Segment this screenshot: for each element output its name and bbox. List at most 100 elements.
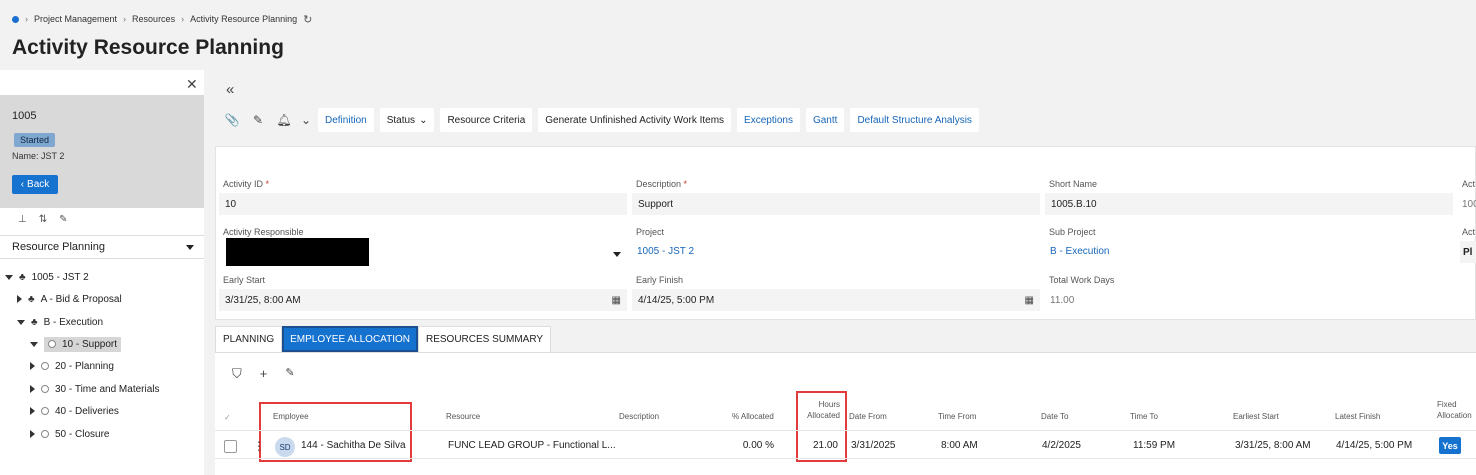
early-start-label: Early Start (223, 275, 266, 285)
col-earliest-start[interactable]: Earliest Start (1233, 412, 1279, 421)
resource-criteria-button[interactable]: Resource Criteria (440, 108, 533, 132)
edit-icon[interactable]: ✎ (59, 214, 67, 225)
col-description[interactable]: Description (619, 412, 659, 421)
cell-date-from[interactable]: 3/31/2025 (851, 440, 896, 451)
cell-hours-allocated[interactable]: 21.00 (800, 440, 838, 451)
tree-item-time-materials[interactable]: 30 - Time and Materials (30, 379, 160, 399)
col-pct-allocated[interactable]: % Allocated (732, 412, 774, 421)
activity-icon (41, 362, 49, 370)
col-date-to[interactable]: Date To (1041, 412, 1068, 421)
tree-item-bid-proposal[interactable]: ♣ A - Bid & Proposal (17, 289, 122, 309)
collapse-panel-icon[interactable]: « (226, 81, 234, 98)
chevron-down-icon: ⌄ (419, 114, 428, 126)
col-time-from[interactable]: Time From (938, 412, 976, 421)
activity-icon (41, 407, 49, 415)
edit-icon[interactable]: ✎ (248, 113, 268, 127)
expand-icon[interactable] (17, 295, 22, 303)
calendar-icon[interactable]: ▦ (1025, 295, 1034, 306)
bell-icon[interactable]: 🔔︎ (274, 113, 294, 127)
cell-employee[interactable]: 144 - Sachitha De Silva (301, 440, 406, 451)
row-divider (215, 458, 1476, 459)
tree-item-project[interactable]: ♣ 1005 - JST 2 (5, 267, 89, 287)
tab-resources-summary[interactable]: RESOURCES SUMMARY (417, 326, 552, 352)
caret-down-icon[interactable] (613, 252, 621, 257)
definition-button[interactable]: Definition (318, 108, 374, 132)
col-fixed-line2: Allocation (1437, 411, 1472, 420)
cell-time-from[interactable]: 8:00 AM (941, 440, 978, 451)
attachment-icon[interactable]: 📎 (222, 113, 242, 127)
sub-project-label: Sub Project (1049, 227, 1096, 237)
chevron-down-icon[interactable]: ⌄ (300, 113, 312, 127)
cell-time-to[interactable]: 11:59 PM (1133, 440, 1175, 451)
row-menu-icon[interactable]: ⋮ (253, 439, 265, 453)
tree-item-support[interactable]: 10 - Support (30, 334, 122, 354)
redacted-field (226, 238, 369, 266)
tab-employee-allocation[interactable]: EMPLOYEE ALLOCATION (282, 326, 418, 352)
col-time-to[interactable]: Time To (1130, 412, 1158, 421)
tree-item-label: 50 - Closure (55, 428, 110, 440)
expand-icon[interactable] (30, 341, 38, 347)
col-fixed-line1: Fixed (1437, 400, 1457, 409)
row-checkbox[interactable] (224, 440, 237, 453)
cell-latest-finish[interactable]: 4/14/25, 5:00 PM (1336, 440, 1412, 451)
cell-pct-allocated[interactable]: 0.00 % (700, 440, 774, 451)
tree-item-closure[interactable]: 50 - Closure (30, 424, 109, 444)
fixed-allocation-badge[interactable]: Yes (1439, 437, 1461, 454)
expand-icon[interactable] (30, 362, 35, 370)
expand-icon[interactable] (5, 274, 13, 280)
project-label: Project (636, 227, 665, 237)
status-menu-button[interactable]: Status ⌄ (379, 108, 435, 132)
filter-icon[interactable]: ⛉ (232, 366, 242, 382)
breadcrumb-item-resources[interactable]: Resources (132, 14, 175, 24)
expand-icon[interactable] (30, 430, 35, 438)
description-field[interactable]: Support (632, 193, 1040, 215)
navigation-selector[interactable]: Resource Planning (0, 235, 204, 259)
back-button[interactable]: ‹ Back (12, 175, 58, 194)
exceptions-button[interactable]: Exceptions (737, 108, 800, 132)
tree-item-deliveries[interactable]: 40 - Deliveries (30, 401, 119, 421)
select-all-check-icon[interactable]: ✓ (224, 413, 231, 422)
cell-date-to[interactable]: 4/2/2025 (1042, 440, 1081, 451)
col-date-from[interactable]: Date From (849, 412, 887, 421)
sub-project-link[interactable]: B - Execution (1050, 246, 1109, 257)
tree-item-planning[interactable]: 20 - Planning (30, 356, 114, 376)
expand-icon[interactable] (30, 385, 35, 393)
col-employee[interactable]: Employee (273, 412, 309, 421)
early-start-field[interactable]: 3/31/25, 8:00 AM ▦ (219, 289, 627, 311)
tree-item-selected[interactable]: 10 - Support (44, 336, 122, 352)
project-link[interactable]: 1005 - JST 2 (637, 246, 694, 257)
col-latest-finish[interactable]: Latest Finish (1335, 412, 1380, 421)
toolbar: 📎 ✎ 🔔︎ ⌄ Definition Status ⌄ Resource Cr… (222, 108, 979, 132)
col-resource[interactable]: Resource (446, 412, 480, 421)
expand-icon[interactable] (17, 319, 25, 325)
tree-item-execution[interactable]: ♣ B - Execution (17, 312, 103, 332)
calendar-icon[interactable]: ▦ (612, 295, 621, 306)
cell-resource[interactable]: FUNC LEAD GROUP - Functional L... (448, 440, 616, 451)
pin-icon[interactable]: ⊥ (18, 214, 27, 225)
activity-icon (41, 385, 49, 393)
activity-id-label: Activity ID * (223, 179, 270, 189)
add-icon[interactable]: + (260, 366, 268, 382)
activity-id-field[interactable]: 10 (219, 193, 627, 215)
refresh-icon[interactable]: ↻ (303, 13, 312, 26)
short-name-field[interactable]: 1005.B.10 (1045, 193, 1453, 215)
col-hours-allocated[interactable]: Hours Allocated (805, 400, 840, 420)
generate-work-items-button[interactable]: Generate Unfinished Activity Work Items (538, 108, 732, 132)
home-icon[interactable] (12, 15, 19, 23)
cell-earliest-start[interactable]: 3/31/25, 8:00 AM (1235, 440, 1311, 451)
tab-planning[interactable]: PLANNING (215, 326, 283, 352)
close-icon[interactable]: ✕ (186, 76, 198, 93)
expand-icon[interactable] (30, 407, 35, 415)
expand-collapse-icon[interactable]: ⇅ (39, 214, 47, 225)
early-finish-value: 4/14/25, 5:00 PM (638, 294, 715, 306)
edit-icon[interactable]: ✎ (285, 366, 294, 382)
default-structure-analysis-button[interactable]: Default Structure Analysis (850, 108, 979, 132)
breadcrumb-item-project-management[interactable]: Project Management (34, 14, 117, 24)
activity-responsible-label: Activity Responsible (223, 227, 304, 237)
col-fixed-allocation[interactable]: Fixed Allocation (1437, 400, 1472, 420)
breadcrumb-item-activity-resource-planning: Activity Resource Planning (190, 14, 298, 24)
chevron-right-icon: › (181, 14, 185, 24)
early-finish-field[interactable]: 4/14/25, 5:00 PM ▦ (632, 289, 1040, 311)
tree-item-label: 10 - Support (62, 338, 118, 350)
gantt-button[interactable]: Gantt (805, 108, 845, 132)
